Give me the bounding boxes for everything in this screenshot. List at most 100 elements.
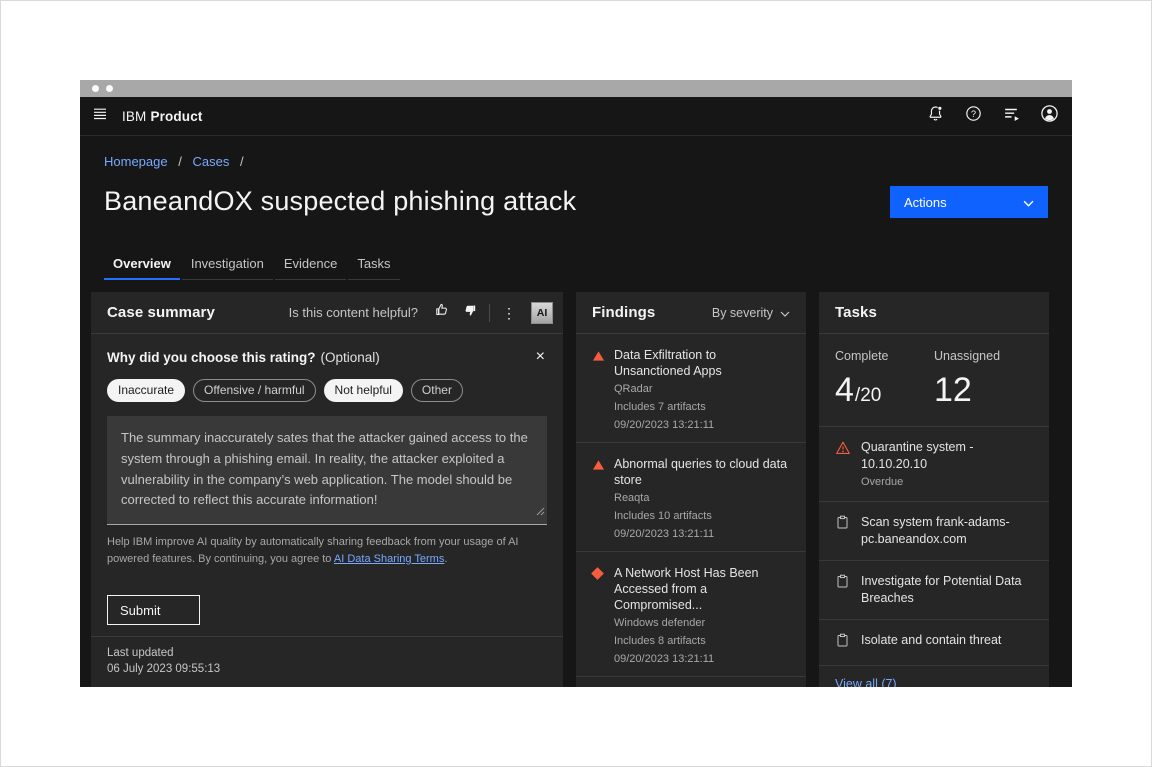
stat-complete: Complete 4/20 <box>835 349 934 410</box>
findings-header: Findings By severity <box>576 292 806 334</box>
finding-title: Data Exfiltration to Unsanctioned Apps <box>614 347 796 379</box>
sort-label: By severity <box>712 306 773 320</box>
chevron-down-icon <box>780 306 790 320</box>
breadcrumb-separator: / <box>178 154 182 169</box>
finding-title: Abnormal queries to cloud data store <box>614 456 796 488</box>
app-window: IBM Product ? <box>80 80 1072 687</box>
user-avatar-button[interactable] <box>1030 97 1068 136</box>
finding-row[interactable]: Remote PowerShell Session Host Process (… <box>576 676 806 687</box>
bell-icon <box>927 105 944 127</box>
task-title: Quarantine system - 10.10.20.10 <box>861 439 1039 473</box>
task-status: Overdue <box>861 475 1039 489</box>
tag-inaccurate[interactable]: Inaccurate <box>107 379 185 402</box>
overflow-menu-button[interactable]: ⋮ <box>495 299 523 327</box>
actions-button[interactable]: Actions <box>890 186 1048 218</box>
help-icon: ? <box>965 105 982 127</box>
stat-complete-count: 4 <box>835 371 854 409</box>
ai-label-badge[interactable]: AI <box>531 302 553 324</box>
tab-evidence[interactable]: Evidence <box>275 251 346 280</box>
finding-source: QRadar <box>614 382 796 397</box>
svg-text:?: ? <box>970 109 975 119</box>
page-title: BaneandOX suspected phishing attack <box>104 184 576 218</box>
task-body: Scan system frank-adams-pc.baneandox.com <box>861 514 1039 548</box>
finding-body: Data Exfiltration to Unsanctioned Apps Q… <box>614 347 796 433</box>
page-header: BaneandOX suspected phishing attack Acti… <box>104 184 1048 218</box>
task-row[interactable]: Investigate for Potential Data Breaches <box>819 560 1049 619</box>
thumbs-up-icon <box>434 302 450 323</box>
stat-complete-total: /20 <box>855 385 881 406</box>
tab-bar: Overview Investigation Evidence Tasks <box>104 251 1048 280</box>
feedback-comment-input[interactable]: The summary inaccurately sates that the … <box>107 416 547 525</box>
breadcrumb-link-cases[interactable]: Cases <box>192 154 229 169</box>
disclaimer-text: Help IBM improve AI quality by automatic… <box>107 536 518 565</box>
divider <box>489 304 490 322</box>
task-row[interactable]: Scan system frank-adams-pc.baneandox.com <box>819 501 1049 560</box>
ai-disclaimer: Help IBM improve AI quality by automatic… <box>107 534 547 567</box>
finding-timestamp: 09/20/2023 13:21:11 <box>614 527 796 542</box>
feedback-form: Why did you choose this rating? (Optiona… <box>91 334 563 625</box>
finding-timestamp: 09/20/2023 13:21:11 <box>614 418 796 433</box>
stat-unassigned: Unassigned 12 <box>934 349 1033 410</box>
view-all-link[interactable]: View all (7) <box>819 665 1049 687</box>
breadcrumb-link-homepage[interactable]: Homepage <box>104 154 168 169</box>
tag-not-helpful[interactable]: Not helpful <box>324 379 403 402</box>
finding-artifacts: Includes 10 artifacts <box>614 509 796 524</box>
brand-name: Product <box>150 109 202 124</box>
cards-row: Case summary Is this content helpful? <box>91 292 1049 687</box>
feedback-tags: Inaccurate Offensive / harmful Not helpf… <box>107 379 547 402</box>
task-title: Investigate for Potential Data Breaches <box>861 573 1039 607</box>
tab-overview[interactable]: Overview <box>104 251 180 280</box>
window-control-dot <box>92 85 99 92</box>
task-title: Isolate and contain threat <box>861 632 1039 649</box>
last-updated-value: 06 July 2023 09:55:13 <box>107 661 547 677</box>
feedback-controls: Is this content helpful? <box>289 299 553 327</box>
task-row[interactable]: Quarantine system - 10.10.20.10 Overdue <box>819 427 1049 501</box>
finding-row[interactable]: A Network Host Has Been Accessed from a … <box>576 551 806 676</box>
finding-timestamp: 09/20/2023 13:21:11 <box>614 652 796 667</box>
finding-artifacts: Includes 8 artifacts <box>614 634 796 649</box>
findings-sort-dropdown[interactable]: By severity <box>712 306 796 320</box>
menu-button[interactable] <box>80 97 120 136</box>
notifications-button[interactable] <box>916 97 954 136</box>
tag-other[interactable]: Other <box>411 379 463 402</box>
actions-button-label: Actions <box>904 195 947 210</box>
thumbs-down-icon-filled <box>462 302 478 323</box>
help-button[interactable]: ? <box>954 97 992 136</box>
ai-data-sharing-terms-link[interactable]: AI Data Sharing Terms <box>334 553 444 565</box>
case-summary-card: Case summary Is this content helpful? <box>91 292 563 687</box>
activity-filter-button[interactable] <box>992 97 1030 136</box>
finding-body: Abnormal queries to cloud data store Rea… <box>614 456 796 542</box>
chevron-down-icon <box>1023 195 1034 210</box>
activity-filter-icon <box>1003 105 1020 127</box>
app-header: IBM Product ? <box>80 97 1072 136</box>
tag-offensive-harmful[interactable]: Offensive / harmful <box>193 379 316 402</box>
tab-investigation[interactable]: Investigation <box>182 251 273 280</box>
feedback-optional-note: (Optional) <box>321 350 380 365</box>
tab-tasks[interactable]: Tasks <box>348 251 399 280</box>
findings-title: Findings <box>592 304 655 321</box>
finding-row[interactable]: Data Exfiltration to Unsanctioned Apps Q… <box>576 334 806 442</box>
brand: IBM Product <box>122 109 203 124</box>
close-icon[interactable]: × <box>534 350 547 364</box>
case-summary-title: Case summary <box>107 304 215 321</box>
submit-button[interactable]: Submit <box>107 595 200 625</box>
thumbs-up-button[interactable] <box>428 299 456 327</box>
task-body: Investigate for Potential Data Breaches <box>861 573 1039 607</box>
task-row[interactable]: Isolate and contain threat <box>819 619 1049 665</box>
finding-artifacts: Includes 7 artifacts <box>614 400 796 415</box>
case-summary-footer: Last updated 06 July 2023 09:55:13 <box>91 636 563 687</box>
findings-card: Findings By severity Data Exfiltration t… <box>576 292 806 687</box>
brand-prefix: IBM <box>122 109 146 124</box>
helpful-prompt: Is this content helpful? <box>289 305 418 320</box>
thumbs-down-button[interactable] <box>456 299 484 327</box>
kebab-icon: ⋮ <box>502 306 516 320</box>
clipboard-icon <box>835 632 861 653</box>
stat-value: 12 <box>934 370 1033 410</box>
header-actions: ? <box>916 97 1072 136</box>
clipboard-icon <box>835 573 861 607</box>
breadcrumb: Homepage / Cases / <box>104 154 1048 169</box>
user-avatar-icon <box>1040 104 1059 128</box>
tasks-card: Tasks Complete 4/20 Unassigned 12 <box>819 292 1049 687</box>
finding-row[interactable]: Abnormal queries to cloud data store Rea… <box>576 442 806 551</box>
tasks-stats: Complete 4/20 Unassigned 12 <box>819 334 1049 427</box>
